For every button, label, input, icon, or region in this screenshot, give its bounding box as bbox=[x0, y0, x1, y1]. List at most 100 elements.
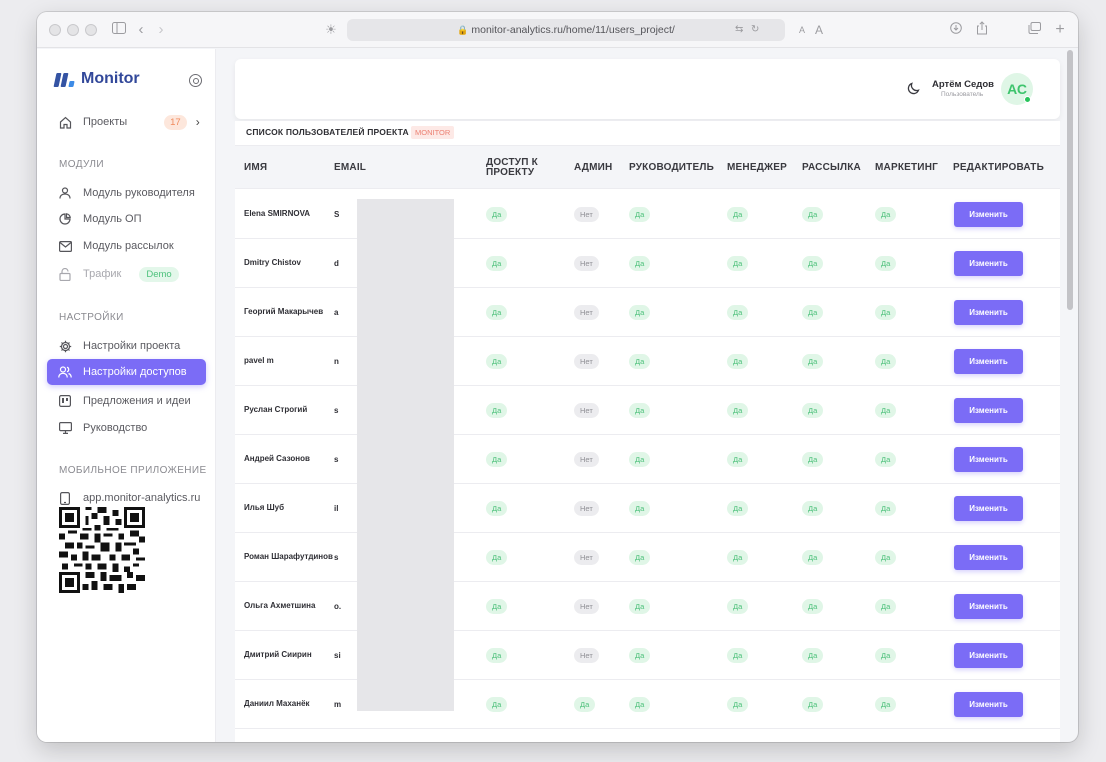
access-cell: Да bbox=[486, 239, 508, 287]
section-title-mobile: МОБИЛЬНОЕ ПРИЛОЖЕНИЕ bbox=[59, 465, 207, 476]
column-header-access: ДОСТУП К ПРОЕКТУ bbox=[486, 157, 538, 178]
sidebar-item-label: Руководство bbox=[83, 422, 148, 434]
address-bar[interactable]: 🔒 monitor-analytics.ru/home/11/users_proj… bbox=[347, 19, 785, 41]
marketing-cell: Да bbox=[875, 190, 897, 238]
text-smaller-button[interactable]: A bbox=[797, 21, 807, 39]
online-status-dot bbox=[1024, 96, 1031, 103]
edit-user-button[interactable]: Изменить bbox=[954, 496, 1023, 521]
download-icon[interactable] bbox=[949, 21, 963, 39]
sidebar-item-label: app.monitor-analytics.ru bbox=[83, 492, 201, 504]
user-name: Артём Седов bbox=[932, 79, 994, 90]
marketing-cell: Да bbox=[875, 288, 897, 336]
manager-status-badge: Да bbox=[727, 353, 749, 369]
marketing-cell: Да bbox=[875, 484, 897, 532]
edit-user-button[interactable]: Изменить bbox=[954, 692, 1023, 717]
logo[interactable]: Monitor bbox=[53, 68, 140, 90]
back-icon[interactable]: ‹ bbox=[135, 21, 147, 39]
head-status-badge: Да bbox=[629, 500, 651, 516]
admin-cell: Нет bbox=[574, 386, 599, 434]
extension-icon[interactable]: ☀ bbox=[323, 21, 339, 39]
sidebar-item-ideas[interactable]: Предложения и идеи bbox=[47, 388, 206, 414]
sidebar-item-traffic[interactable]: Трафик Demo bbox=[47, 261, 206, 287]
access-status-badge: Да bbox=[486, 304, 508, 320]
monitor-icon bbox=[58, 421, 72, 435]
edit-user-button[interactable]: Изменить bbox=[954, 251, 1023, 276]
access-cell: Да bbox=[486, 680, 508, 728]
user-email-cell: s bbox=[334, 405, 339, 415]
sidebar-item-label: Трафик bbox=[83, 268, 122, 280]
table-header: ИМЯ EMAIL ДОСТУП К ПРОЕКТУ АДМИН РУКОВОД… bbox=[235, 145, 1060, 189]
access-cell: Да bbox=[486, 435, 508, 483]
sidebar-item-sales-module[interactable]: Модуль ОП bbox=[47, 206, 206, 232]
column-header-edit: РЕДАКТИРОВАТЬ bbox=[953, 162, 1044, 173]
tabs-overview-icon[interactable] bbox=[1027, 21, 1041, 39]
manager-cell: Да bbox=[727, 386, 749, 434]
admin-cell: Да bbox=[574, 680, 596, 728]
mailing-status-badge: Да bbox=[802, 451, 824, 467]
user-name-cell: Дмитрий Сиирин bbox=[244, 650, 312, 659]
sidebar-item-projects[interactable]: Проекты 17 › bbox=[47, 109, 206, 135]
admin-status-badge: Нет bbox=[574, 255, 599, 271]
edit-user-button[interactable]: Изменить bbox=[954, 643, 1023, 668]
sidebar-toggle-icon[interactable] bbox=[111, 21, 127, 39]
marketing-status-badge: Да bbox=[875, 696, 897, 712]
sidebar-item-access-settings[interactable]: Настройки доступов bbox=[47, 359, 206, 385]
access-status-badge: Да bbox=[486, 696, 508, 712]
user-email-cell: s bbox=[334, 454, 339, 464]
access-cell: Да bbox=[486, 484, 508, 532]
head-status-badge: Да bbox=[629, 647, 651, 663]
reload-icon[interactable]: ↻ bbox=[751, 19, 759, 41]
edit-user-button[interactable]: Изменить bbox=[954, 398, 1023, 423]
close-window-button[interactable] bbox=[49, 24, 61, 36]
page-scrollbar[interactable] bbox=[1067, 50, 1073, 310]
edit-user-button[interactable]: Изменить bbox=[954, 202, 1023, 227]
sidebar-item-head-module[interactable]: Модуль руководителя bbox=[47, 180, 206, 206]
new-tab-icon[interactable]: + bbox=[1053, 21, 1067, 39]
edit-user-button[interactable]: Изменить bbox=[954, 349, 1023, 374]
mailing-status-badge: Да bbox=[802, 353, 824, 369]
sidebar-item-label: Модуль руководителя bbox=[83, 187, 195, 199]
zoom-window-button[interactable] bbox=[85, 24, 97, 36]
translate-icon[interactable]: ⇆ bbox=[735, 19, 743, 41]
mailing-cell: Да bbox=[802, 631, 824, 679]
sidebar-item-mailing-module[interactable]: Модуль рассылок bbox=[47, 233, 206, 259]
forward-icon[interactable]: › bbox=[155, 21, 167, 39]
section-title-settings: НАСТРОЙКИ bbox=[59, 312, 124, 323]
head-cell: Да bbox=[629, 288, 651, 336]
manager-cell: Да bbox=[727, 533, 749, 581]
mailing-cell: Да bbox=[802, 386, 824, 434]
address-url: monitor-analytics.ru/home/11/users_proje… bbox=[471, 24, 675, 36]
head-cell: Да bbox=[629, 337, 651, 385]
settings-toggle-icon[interactable] bbox=[189, 74, 202, 87]
sidebar-item-project-settings[interactable]: Настройки проекта bbox=[47, 333, 206, 359]
edit-user-button[interactable]: Изменить bbox=[954, 300, 1023, 325]
mailing-cell: Да bbox=[802, 190, 824, 238]
sidebar-item-guide[interactable]: Руководство bbox=[47, 415, 206, 441]
user-name-cell: Elena SMIRNOVA bbox=[244, 209, 311, 218]
table-title-bar: СПИСОК ПОЛЬЗОВАТЕЛЕЙ ПРОЕКТА MONITOR bbox=[235, 121, 1060, 145]
share-icon[interactable] bbox=[975, 21, 989, 39]
access-status-badge: Да bbox=[486, 255, 508, 271]
marketing-status-badge: Да bbox=[875, 304, 897, 320]
text-larger-button[interactable]: A bbox=[813, 21, 825, 39]
admin-cell: Нет bbox=[574, 288, 599, 336]
column-header-head: РУКОВОДИТЕЛЬ bbox=[629, 162, 714, 173]
edit-user-button[interactable]: Изменить bbox=[954, 594, 1023, 619]
mail-icon bbox=[58, 239, 72, 253]
user-name-cell: Илья Шуб bbox=[244, 503, 285, 512]
admin-status-badge: Нет bbox=[574, 304, 599, 320]
sidebar-item-label: Предложения и идеи bbox=[83, 395, 191, 407]
edit-user-button[interactable]: Изменить bbox=[954, 447, 1023, 472]
head-cell: Да bbox=[629, 435, 651, 483]
user-name-cell: Андрей Сазонов bbox=[244, 454, 310, 463]
manager-cell: Да bbox=[727, 582, 749, 630]
marketing-status-badge: Да bbox=[875, 647, 897, 663]
browser-window: ‹ › ☀ 🔒 monitor-analytics.ru/home/11/user… bbox=[37, 12, 1078, 742]
edit-user-button[interactable]: Изменить bbox=[954, 545, 1023, 570]
admin-status-badge: Нет bbox=[574, 402, 599, 418]
minimize-window-button[interactable] bbox=[67, 24, 79, 36]
head-cell: Да bbox=[629, 631, 651, 679]
top-header: Артём Седов Пользователь АС bbox=[235, 59, 1060, 119]
marketing-cell: Да bbox=[875, 239, 897, 287]
dark-mode-moon-icon[interactable] bbox=[907, 81, 921, 95]
